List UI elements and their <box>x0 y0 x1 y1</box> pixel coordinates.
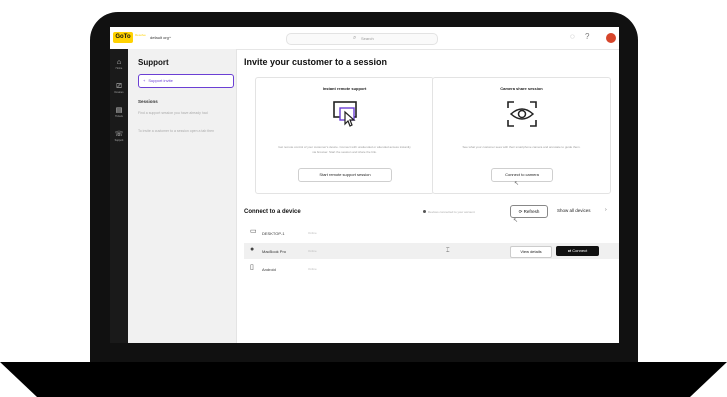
remote-support-card: Instant remote support Get remote contro… <box>255 77 434 194</box>
card-description: See what your customer sees with their s… <box>462 145 581 149</box>
connect-label: Connect <box>572 248 588 253</box>
avatar[interactable] <box>606 33 616 43</box>
panel-title: Support <box>138 58 169 67</box>
card-title: Instant remote support <box>322 86 367 91</box>
device-status: Online <box>308 231 317 235</box>
laptop-base <box>0 362 727 397</box>
plus-icon: + <box>143 78 146 83</box>
settings-icon[interactable]: ? <box>585 33 589 41</box>
device-row[interactable]: ● MacBook Pro Online ⌶ View details ⇄ Co… <box>244 243 619 259</box>
devices-icon: ⎚ <box>116 83 122 90</box>
camera-share-card: Camera share session See what your custo… <box>432 77 611 194</box>
device-status: Online <box>308 249 317 253</box>
chevron-down-icon[interactable]: ⌄ <box>168 34 172 40</box>
search-placeholder: Search <box>361 36 374 41</box>
cursor-icon: ⌶ <box>446 248 450 254</box>
device-name: Android <box>262 267 276 272</box>
chevron-right-icon[interactable]: › <box>605 207 607 213</box>
support-invite-button[interactable]: + Support invite <box>138 74 234 88</box>
page-title: Invite your customer to a session <box>244 57 388 67</box>
panel-paragraph: Find a support session you have already … <box>138 111 208 115</box>
search-input[interactable]: ⌕ Search <box>286 33 438 45</box>
cursor-icon: ↖ <box>513 218 519 224</box>
support-invite-label: Support invite <box>148 78 173 83</box>
refresh-label: Refresh <box>523 209 540 214</box>
rail-item-tickets[interactable]: ▤ Tickets <box>110 107 128 118</box>
rail-item-support[interactable]: ☏ Support <box>110 131 128 142</box>
rail-item-devices[interactable]: ⎚ Devices <box>110 83 128 94</box>
top-bar: GoTo Resolve default org ⌄ ⌕ Search ◌ ? <box>110 27 619 50</box>
phone-icon: ▯ <box>250 264 254 271</box>
device-name: MacBook Pro <box>262 249 287 254</box>
nav-rail: ⌂ Home ⎚ Devices ▤ Tickets ☏ Support <box>110 49 128 343</box>
rail-label: Home <box>115 67 123 70</box>
home-icon: ⌂ <box>116 59 122 66</box>
connect-button[interactable]: ⇄ Connect <box>556 246 599 256</box>
help-icon[interactable]: ◌ <box>570 33 575 41</box>
view-details-button[interactable]: View details <box>510 246 552 258</box>
device-status: Online <box>308 267 317 271</box>
tickets-icon: ▤ <box>115 107 123 114</box>
rail-label: Tickets <box>115 115 123 118</box>
account-switcher[interactable]: default org <box>150 35 169 40</box>
card-title: Camera share session <box>500 86 543 91</box>
app-logo[interactable]: GoTo <box>113 32 133 43</box>
card-description: Get remote control of your customer's de… <box>278 145 411 154</box>
connect-to-camera-button[interactable]: Connect to camera <box>491 168 553 182</box>
rail-label: Support <box>114 139 124 142</box>
show-all-devices-link[interactable]: Show all devices <box>557 208 591 213</box>
device-row[interactable]: ▭ DESKTOP-1 Online <box>244 225 619 241</box>
cursor-icon: ↖ <box>514 181 520 187</box>
search-icon: ⌕ <box>353 35 357 41</box>
status-dot <box>423 210 426 213</box>
rail-label: Devices <box>114 91 124 94</box>
rail-item-home[interactable]: ⌂ Home <box>110 59 128 70</box>
support-panel: Support + Support invite Sessions Find a … <box>128 49 237 343</box>
remote-screen-icon <box>256 100 433 133</box>
app-logo-sub: Resolve <box>135 33 146 37</box>
laptop-screen: GoTo Resolve default org ⌄ ⌕ Search ◌ ? … <box>110 27 619 343</box>
panel-paragraph: To invite a customer to a session open a… <box>138 129 215 133</box>
device-row[interactable]: ▯ Android Online <box>244 261 619 277</box>
start-remote-support-button[interactable]: Start remote support session <box>298 168 392 182</box>
monitor-icon: ▭ <box>250 228 257 235</box>
device-name: DESKTOP-1 <box>262 231 285 236</box>
panel-section-title: Sessions <box>138 99 158 104</box>
devices-section-title: Connect to a device <box>244 209 301 215</box>
camera-eye-icon <box>433 100 610 133</box>
apple-icon: ● <box>250 246 255 253</box>
devices-hint: Devices connected to your account <box>428 210 475 214</box>
support-icon: ☏ <box>114 131 124 138</box>
